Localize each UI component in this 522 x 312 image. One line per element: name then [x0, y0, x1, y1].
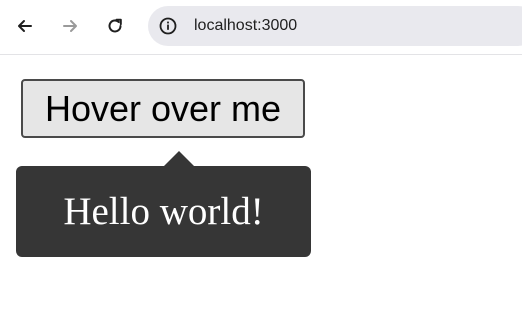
- tooltip: Hello world!: [16, 151, 311, 257]
- hover-button[interactable]: Hover over me: [21, 79, 305, 138]
- arrow-left-icon: [18, 20, 32, 32]
- reload-icon: [108, 18, 122, 33]
- arrow-right-icon: [63, 20, 77, 32]
- tooltip-text: Hello world!: [63, 190, 264, 233]
- tooltip-arrow: [163, 151, 195, 167]
- reload-button[interactable]: [97, 8, 133, 44]
- browser-toolbar: localhost:3000: [0, 0, 522, 55]
- address-bar[interactable]: localhost:3000: [148, 6, 522, 46]
- site-info-button[interactable]: [156, 14, 180, 38]
- back-button[interactable]: [7, 8, 43, 44]
- url-text: localhost:3000: [194, 17, 298, 34]
- forward-button[interactable]: [52, 8, 88, 44]
- info-icon: [159, 17, 177, 35]
- page-content: Hover over me Hello world!: [0, 56, 522, 312]
